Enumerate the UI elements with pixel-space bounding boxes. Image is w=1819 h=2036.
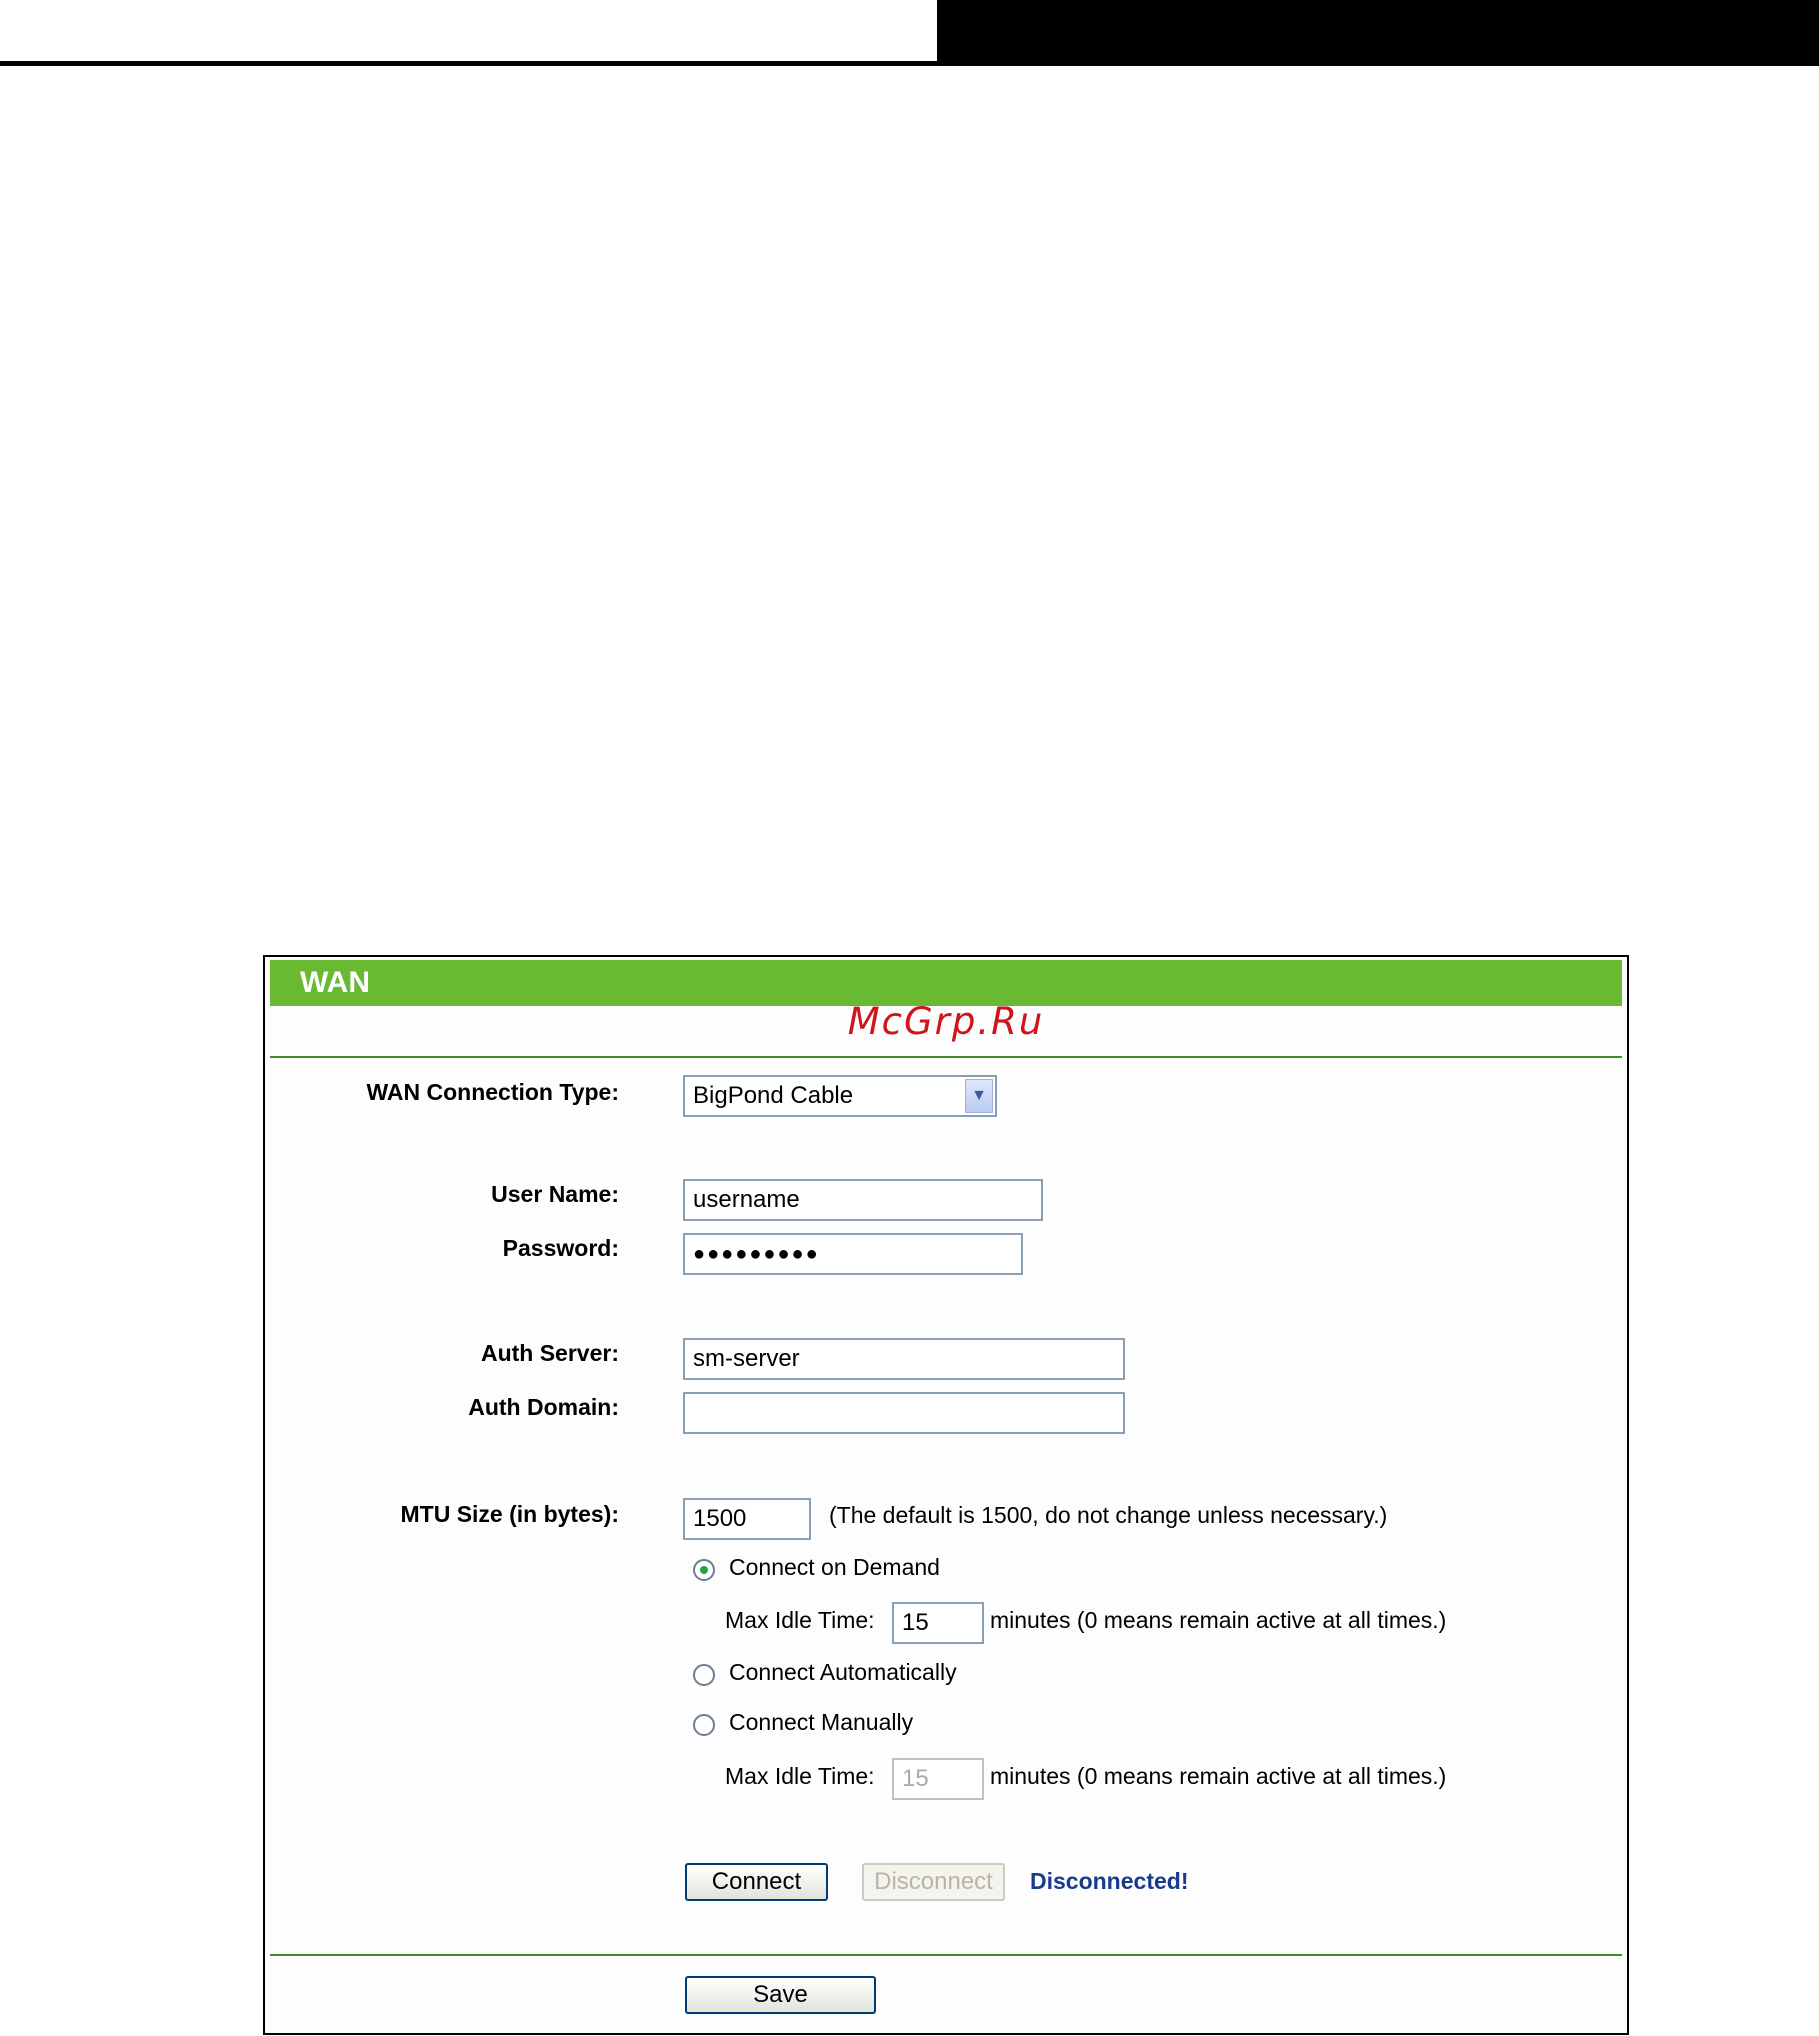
save-button[interactable]: Save bbox=[685, 1976, 876, 2014]
username-input[interactable]: username bbox=[683, 1179, 1043, 1221]
username-label: User Name: bbox=[491, 1181, 619, 1207]
page-top-rule bbox=[0, 61, 937, 66]
manual-max-idle-input[interactable]: 15 bbox=[892, 1758, 984, 1800]
auth-domain-label: Auth Domain: bbox=[468, 1394, 619, 1420]
auth-server-input[interactable]: sm-server bbox=[683, 1338, 1125, 1380]
auth-server-label: Auth Server: bbox=[480, 1340, 619, 1366]
connect-manually-label: Connect Manually bbox=[729, 1709, 914, 1735]
mtu-label: MTU Size (in bytes): bbox=[400, 1501, 619, 1527]
on-demand-idle-hint: minutes (0 means remain active at all ti… bbox=[990, 1607, 1447, 1633]
connect-on-demand-radio[interactable] bbox=[693, 1559, 715, 1581]
wan-settings-panel: WAN McGrp.Ru WAN Connection Type: BigPon… bbox=[263, 955, 1629, 2035]
watermark-text: McGrp.Ru bbox=[847, 1000, 1045, 1043]
connect-on-demand-label: Connect on Demand bbox=[729, 1554, 940, 1580]
on-demand-max-idle-input[interactable]: 15 bbox=[892, 1602, 984, 1644]
auth-domain-input[interactable] bbox=[683, 1392, 1125, 1434]
on-demand-max-idle-label: Max Idle Time: bbox=[725, 1607, 875, 1633]
password-input[interactable]: ●●●●●●●●● bbox=[683, 1233, 1023, 1275]
connection-status: Disconnected! bbox=[1030, 1868, 1189, 1894]
mtu-hint: (The default is 1500, do not change unle… bbox=[829, 1502, 1388, 1528]
password-label: Password: bbox=[502, 1235, 619, 1261]
top-divider bbox=[270, 1056, 1622, 1058]
connect-automatically-radio[interactable] bbox=[693, 1664, 715, 1686]
connect-manually-radio[interactable] bbox=[693, 1714, 715, 1736]
manual-max-idle-label: Max Idle Time: bbox=[725, 1763, 875, 1789]
manual-idle-hint: minutes (0 means remain active at all ti… bbox=[990, 1763, 1447, 1789]
page-top-header-block bbox=[937, 0, 1819, 66]
mtu-input[interactable]: 1500 bbox=[683, 1498, 811, 1540]
connection-type-select[interactable]: BigPond Cable ▼ bbox=[683, 1075, 997, 1117]
connection-type-value: BigPond Cable bbox=[693, 1082, 854, 1109]
connect-button[interactable]: Connect bbox=[685, 1863, 828, 1901]
bottom-divider bbox=[270, 1954, 1622, 1956]
connection-type-label: WAN Connection Type: bbox=[366, 1079, 619, 1105]
chevron-down-icon[interactable]: ▼ bbox=[965, 1079, 993, 1113]
disconnect-button[interactable]: Disconnect bbox=[862, 1863, 1005, 1901]
connect-automatically-label: Connect Automatically bbox=[729, 1659, 957, 1685]
